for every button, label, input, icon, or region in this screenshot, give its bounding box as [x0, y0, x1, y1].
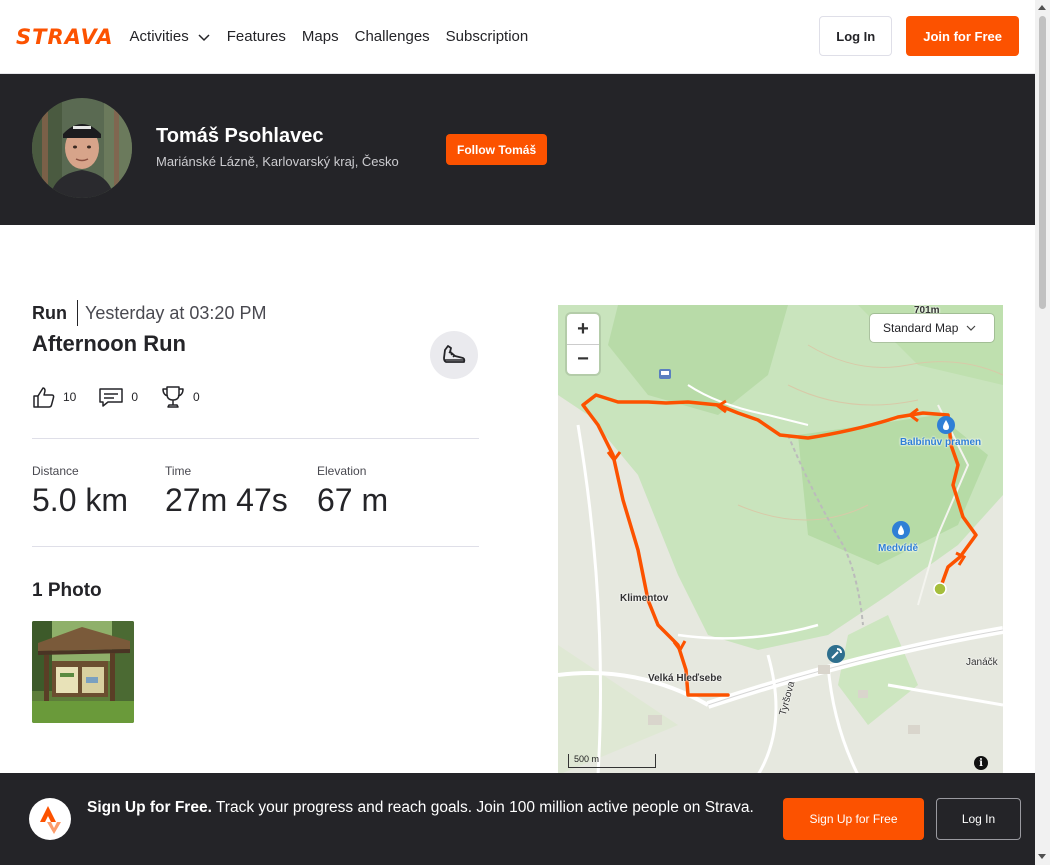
activity-title: Afternoon Run — [32, 331, 186, 356]
strava-chevron-icon — [40, 806, 61, 834]
zoom-in-button[interactable]: + — [567, 314, 599, 344]
comments-count: 0 — [131, 390, 139, 404]
comments-button[interactable]: 0 — [98, 385, 138, 409]
map-type-select[interactable]: Standard Map — [870, 314, 994, 342]
strava-badge-icon — [29, 798, 71, 840]
stat-distance-value: 5.0 km — [32, 482, 129, 518]
activity-header: Run Yesterday at 03:20 PM — [32, 300, 266, 326]
activity-type: Run — [32, 302, 67, 323]
map-label-janackova: Janáčk — [966, 657, 998, 668]
map-label-klimentov: Klimentov — [620, 593, 669, 604]
signup-bold: Sign Up for Free. — [87, 799, 212, 816]
stat-time: Time 27m 47s — [165, 464, 317, 519]
map-label-balbinuv: Balbínův pramen — [900, 437, 982, 448]
map-label-hledsebe: Velká Hleďsebe — [648, 673, 722, 684]
stat-elevation: Elevation 67 m — [317, 464, 388, 519]
map-info-icon[interactable]: i — [974, 756, 988, 770]
signup-text: Track your progress and reach goals. Joi… — [211, 799, 754, 816]
map-scale: 500 m — [568, 754, 656, 768]
divider-top — [32, 438, 479, 439]
nav-subscription[interactable]: Subscription — [446, 28, 529, 45]
signup-message: Sign Up for Free. Track your progress an… — [87, 797, 757, 819]
chevron-down-icon — [198, 33, 210, 41]
stat-elevation-label: Elevation — [317, 464, 367, 478]
achievements-count: 0 — [193, 390, 200, 404]
nav-activities[interactable]: Activities — [130, 28, 211, 45]
kudos-count: 10 — [63, 390, 77, 404]
chevron-down-icon — [966, 325, 976, 331]
athlete-banner: Tomáš Psohlavec Mariánské Lázně, Karlova… — [0, 74, 1035, 225]
activity-photo[interactable] — [32, 621, 134, 723]
scroll-thumb[interactable] — [1039, 16, 1046, 309]
nav-maps[interactable]: Maps — [302, 28, 339, 45]
zoom-out-button[interactable]: − — [567, 344, 599, 374]
zoom-controls: + − — [567, 314, 599, 374]
header-actions: Log In Join for Free — [819, 16, 1019, 56]
shoe-icon — [443, 345, 466, 363]
page: STRAVA Activities Features Maps Challeng… — [0, 0, 1050, 865]
top-navigation: STRAVA Activities Features Maps Challeng… — [0, 0, 1035, 74]
activity-time: Yesterday at 03:20 PM — [85, 302, 267, 323]
join-button[interactable]: Join for Free — [906, 16, 1019, 56]
photos-title: 1 Photo — [32, 580, 102, 601]
achievements-button[interactable]: 0 — [160, 384, 200, 410]
photo-image — [32, 621, 134, 723]
athlete-location: Mariánské Lázně, Karlovarský kraj, Česko — [156, 154, 399, 169]
stat-elevation-value: 67 m — [317, 482, 389, 518]
follow-button[interactable]: Follow Tomáš — [446, 134, 548, 165]
gear-shoe-button[interactable] — [430, 331, 478, 379]
nav-features[interactable]: Features — [227, 28, 286, 45]
social-bar: 10 0 0 — [32, 384, 200, 410]
stat-distance: Distance 5.0 km — [32, 464, 165, 519]
athlete-avatar[interactable] — [32, 98, 132, 198]
signup-banner: Sign Up for Free. Track your progress an… — [0, 773, 1035, 865]
scroll-down-arrow[interactable] — [1038, 854, 1046, 859]
activity-stats: Distance 5.0 km Time 27m 47s Elevation 6… — [32, 464, 388, 519]
signup-button[interactable]: Sign Up for Free — [783, 798, 924, 840]
athlete-name[interactable]: Tomáš Psohlavec — [156, 125, 323, 148]
nav-activities-label: Activities — [129, 28, 189, 45]
stat-time-label: Time — [165, 464, 192, 478]
login-button[interactable]: Log In — [819, 16, 893, 56]
header-separator — [77, 300, 78, 326]
stat-time-value: 27m 47s — [165, 482, 288, 518]
map-type-label: Standard Map — [883, 321, 959, 335]
comment-icon — [99, 388, 124, 407]
avatar-image — [32, 98, 132, 198]
map-label-medvide: Medvídě — [878, 543, 919, 554]
nav-links: Activities Features Maps Challenges Subs… — [130, 28, 529, 45]
signup-login-button[interactable]: Log In — [936, 798, 1021, 840]
strava-logo[interactable]: STRAVA — [16, 25, 114, 49]
route-map[interactable]: 701m Balbínův pramen Medvídě Klimentov V… — [558, 305, 1003, 775]
scroll-up-arrow[interactable] — [1038, 5, 1046, 10]
nav-challenges[interactable]: Challenges — [355, 28, 430, 45]
trophy-icon — [162, 386, 184, 408]
page-scrollbar[interactable] — [1035, 0, 1050, 865]
stat-distance-label: Distance — [32, 464, 79, 478]
kudos-button[interactable]: 10 — [32, 385, 76, 409]
thumbs-up-icon — [33, 387, 55, 408]
divider-bottom — [32, 546, 479, 547]
